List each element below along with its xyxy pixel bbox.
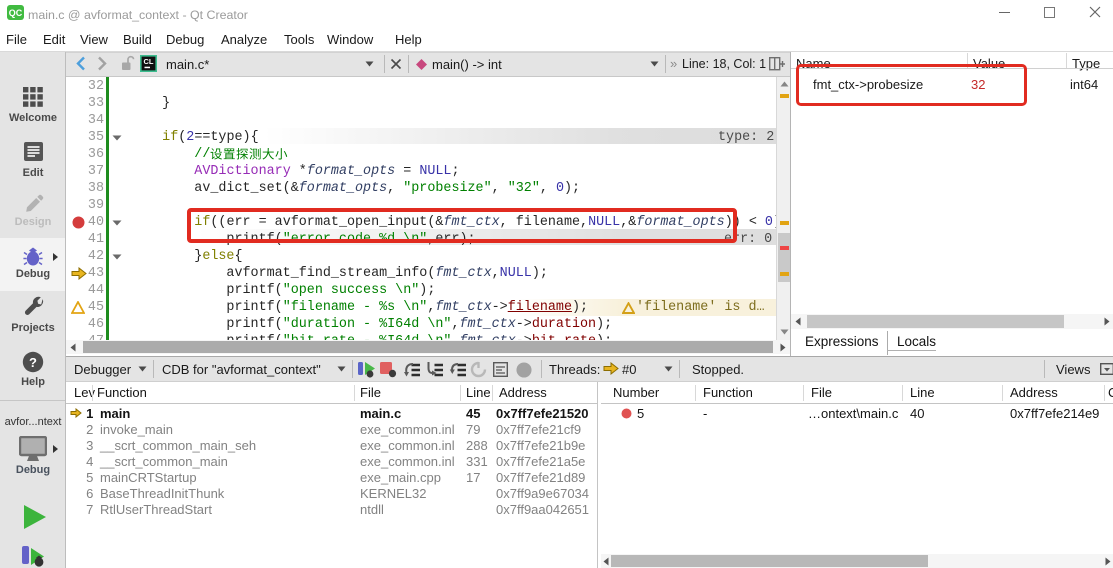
svg-text:CL: CL [144,57,154,66]
svg-text:?: ? [29,355,37,370]
svg-text:QC: QC [9,8,23,18]
